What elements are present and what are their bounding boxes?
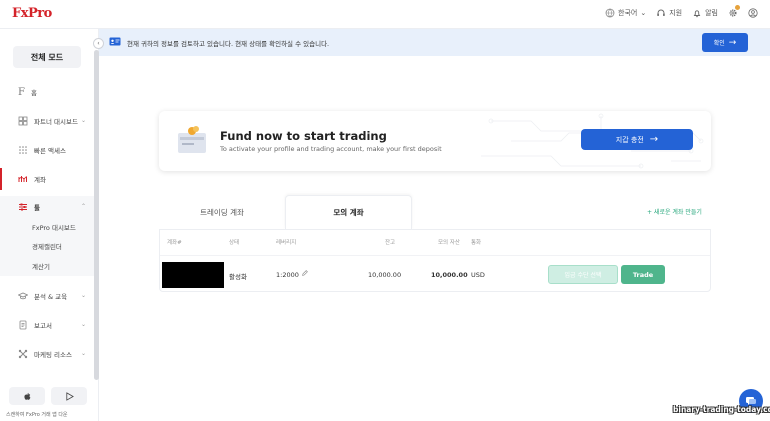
sidebar-item-marketing-resources[interactable]: 마케팅 리소스 ⌄: [0, 343, 94, 365]
tab-demo-accounts[interactable]: 모의 계좌: [285, 195, 412, 229]
sidebar-item-label: 마케팅 리소스: [34, 351, 72, 359]
column-header-equity: 모의 자산: [438, 240, 460, 246]
sidebar-item-label: 툴: [34, 204, 40, 212]
trade-button[interactable]: Trade: [621, 265, 665, 284]
support-label: 지원: [669, 9, 683, 17]
arrow-right-icon: →: [728, 37, 737, 48]
sidebar-item-label: 분석 & 교육: [34, 293, 68, 301]
sidebar-item-tools[interactable]: 툴 ⌃: [0, 196, 94, 218]
watermark: binary-trading-today.com: [673, 405, 770, 414]
wallet-deposit-button[interactable]: 지갑 충전 →: [581, 129, 693, 150]
account-balance: 10,000.00: [368, 271, 402, 279]
sidebar-item-label: 보고서: [34, 322, 52, 330]
app-download-text: 스캔하여 FxPro 거래 앱 다운: [6, 412, 68, 418]
account-equity: 10,000.00: [431, 271, 468, 279]
chevron-down-icon: ⌄: [80, 117, 86, 124]
account-number-redacted: [162, 262, 224, 288]
fxpro-f-icon: F: [18, 86, 25, 98]
row-divider: [160, 255, 710, 256]
fund-title: Fund now to start trading: [220, 129, 387, 143]
sidebar-item-label: 홈: [30, 89, 37, 97]
account-tabs: 트레이딩 계좌 모의 계좌: [159, 195, 711, 229]
fund-now-card: Fund now to start trading To activate yo…: [159, 111, 711, 171]
column-header-leverage: 레버리지: [276, 240, 297, 246]
apple-icon-shape: [23, 392, 30, 400]
review-banner: 현재 귀하의 정보를 검토하고 있습니다. 현재 상태를 확인하실 수 있습니다…: [99, 29, 770, 56]
pencil-icon[interactable]: [301, 269, 309, 279]
tools-icon: [18, 202, 28, 212]
notifications-link[interactable]: 알림: [692, 8, 718, 18]
sidebar-item-label: 계좌: [34, 176, 46, 184]
settings-badge: [735, 5, 740, 10]
profile-button[interactable]: [748, 8, 758, 18]
user-icon: [748, 8, 758, 18]
bell-icon: [692, 8, 702, 18]
column-header-balance: 잔고: [385, 240, 396, 246]
dashboard-icon: [18, 116, 28, 126]
app-store-button[interactable]: [9, 387, 45, 405]
graduation-icon: [18, 291, 28, 301]
sidebar-item-label: 파트너 대시보드: [34, 118, 78, 126]
sidebar-subitem-calculator[interactable]: 계산기: [32, 261, 50, 271]
column-header-account: 계좌#: [167, 240, 182, 246]
chevron-down-icon: ⌄: [80, 292, 86, 299]
banner-button-label: 확인: [713, 40, 725, 47]
sidebar-item-quick-access[interactable]: 빠른 액세스: [0, 139, 94, 161]
sidebar-item-reports[interactable]: 보고서 ⌄: [0, 314, 94, 336]
headset-icon: [656, 8, 666, 18]
account-currency: USD: [471, 271, 485, 279]
banner-confirm-button[interactable]: 확인 →: [702, 33, 748, 52]
settings-button[interactable]: [728, 5, 740, 18]
main-content: 현재 귀하의 정보를 검토하고 있습니다. 현재 상태를 확인하실 수 있습니다…: [99, 29, 770, 421]
id-card-icon: [109, 37, 121, 48]
sidebar-item-partner-dashboard[interactable]: 파트너 대시보드 ⌄: [0, 110, 94, 132]
sidebar-subitem-fxpro-dashboard[interactable]: FxPro 대시보드: [32, 222, 76, 232]
arrow-right-icon: →: [649, 134, 659, 145]
top-bar: FxPro 한국어 ⌄ 지원 알림: [0, 0, 770, 29]
globe-icon: [605, 8, 615, 18]
accounts-table: 계좌# 상태 레버리지 잔고 모의 자산 통화 활성화 1:2000 10,00…: [159, 229, 711, 292]
tab-trading-accounts[interactable]: 트레이딩 계좌: [159, 195, 285, 229]
full-mode-button[interactable]: 전체 모드: [13, 46, 81, 68]
top-bar-actions: 한국어 ⌄ 지원 알림: [605, 5, 758, 18]
column-header-status: 상태: [229, 240, 240, 246]
sidebar-subitem-economic-calendar[interactable]: 경제캘린더: [32, 241, 62, 251]
language-selector[interactable]: 한국어 ⌄: [605, 8, 646, 18]
notifications-label: 알림: [705, 9, 718, 17]
chevron-up-icon: ⌃: [80, 203, 86, 210]
sidebar: 전체 모드 F 홈 파트너 대시보드 ⌄ 빠른 액세스 계좌 툴 ⌃ FxPro…: [0, 29, 99, 421]
sidebar-collapse-button[interactable]: ‹: [93, 38, 104, 49]
google-play-button[interactable]: [51, 387, 87, 405]
sidebar-item-label: 빠른 액세스: [34, 147, 66, 155]
account-status: 활성화: [229, 273, 247, 281]
new-account-link[interactable]: + 새로운 계좌 만들기: [647, 207, 702, 216]
wallet-illustration: [178, 126, 206, 153]
report-icon: [18, 320, 28, 330]
banner-text: 현재 귀하의 정보를 검토하고 있습니다. 현재 상태를 확인하실 수 있습니다…: [127, 39, 330, 48]
support-link[interactable]: 지원: [656, 8, 682, 18]
fxpro-logo[interactable]: FxPro: [12, 6, 52, 21]
account-leverage: 1:2000: [276, 271, 299, 279]
chevron-down-icon: ⌄: [640, 9, 647, 17]
column-header-currency: 통화: [471, 240, 482, 246]
wallet-deposit-label: 지갑 충전: [615, 135, 644, 144]
marketing-icon: [18, 349, 28, 359]
sidebar-item-home[interactable]: F 홈: [0, 81, 94, 103]
fund-subtitle: To activate your profile and trading acc…: [220, 145, 442, 153]
accounts-icon: [18, 174, 28, 184]
chevron-down-icon: ⌄: [80, 350, 86, 357]
play-icon: [65, 391, 74, 401]
select-deposit-method-button[interactable]: 입금 수단 선택: [548, 265, 618, 284]
sidebar-item-accounts[interactable]: 계좌: [0, 168, 94, 190]
chevron-down-icon: ⌄: [80, 321, 86, 328]
language-label: 한국어: [618, 9, 638, 17]
sidebar-item-analysis-education[interactable]: 분석 & 교육 ⌄: [0, 285, 94, 307]
grid-icon: [18, 145, 28, 155]
